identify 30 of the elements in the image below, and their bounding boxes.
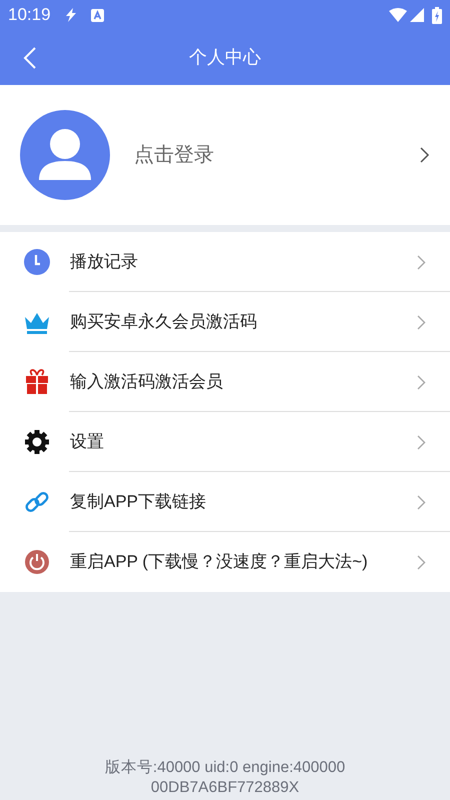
menu-item[interactable]: 购买安卓永久会员激活码 [0, 292, 450, 352]
chevron-icon [417, 254, 426, 270]
flash-icon [64, 8, 77, 22]
link-icon [24, 489, 50, 515]
chevron-icon [417, 314, 426, 330]
gear-icon [24, 429, 50, 455]
menu-item[interactable]: 重启APP (下载慢？没速度？重启大法~) [0, 532, 450, 592]
menu-item[interactable]: 复制APP下载链接 [0, 472, 450, 532]
menu-item[interactable]: 设置 [0, 412, 450, 472]
chevron-icon [417, 374, 426, 390]
menu-item[interactable]: 播放记录 [0, 232, 450, 292]
chevron-icon [420, 147, 430, 163]
notification-icon [90, 8, 104, 22]
power-icon [24, 549, 50, 575]
version-text: 00DB7A6BF772889X [150, 778, 300, 798]
status-time: 10:19 [8, 4, 51, 26]
wifi-icon [389, 8, 407, 22]
signal-icon [410, 8, 424, 22]
version-text: 版本号:40000 uid:0 engine:400000 [104, 758, 346, 778]
login-row[interactable]: 点击登录 [0, 85, 450, 225]
back-icon [23, 46, 37, 68]
battery-icon [432, 6, 442, 24]
menu-item[interactable]: 输入激活码激活会员 [0, 352, 450, 412]
gift-icon [24, 369, 50, 395]
clock-icon [24, 249, 50, 275]
page-title: 个人中心 [189, 46, 261, 69]
chevron-icon [417, 554, 426, 570]
chevron-icon [417, 494, 426, 510]
avatar-icon [20, 110, 110, 200]
chevron-icon [417, 434, 426, 450]
